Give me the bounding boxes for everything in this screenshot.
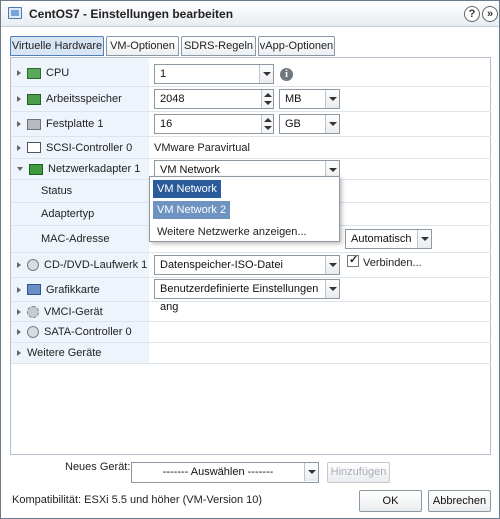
expand-arrow-icon[interactable] — [17, 144, 21, 151]
stepper-icon[interactable] — [261, 90, 273, 108]
chevron-down-icon[interactable] — [259, 65, 273, 83]
cpu-select[interactable]: 1 — [154, 64, 274, 84]
network-dropdown-list: VM Network VM Network 2 Weitere Netzwerk… — [149, 176, 340, 242]
expand-arrow-icon[interactable] — [17, 308, 21, 315]
compatibility-text: Kompatibilität: ESXi 5.5 und höher (VM-V… — [12, 494, 263, 506]
tab-vapp-options[interactable]: vApp-Optionen — [258, 36, 335, 56]
expand-arrow-icon[interactable] — [17, 262, 21, 268]
row-disk: Festplatte 1 16 GB — [11, 112, 491, 137]
tab-vm-options[interactable]: VM-Optionen — [106, 36, 179, 56]
expand-arrow-icon[interactable] — [17, 286, 21, 293]
cd-dvd-label: CD-/DVD-Laufwerk 1 — [44, 259, 148, 271]
row-scsi: SCSI-Controller 0 VMware Paravirtual — [11, 137, 491, 159]
graphics-select[interactable]: Benutzerdefinierte Einstellungen ang — [154, 279, 340, 313]
cd-dvd-select[interactable]: Datenspeicher-ISO-Datei — [154, 255, 340, 275]
dialog-title: CentOS7 - Einstellungen bearbeiten — [29, 7, 234, 21]
stepper-icon[interactable] — [261, 115, 273, 133]
row-memory: Arbeitsspeicher 2048 MB — [11, 87, 491, 112]
status-label: Status — [41, 185, 73, 197]
network-adapter-icon — [29, 163, 43, 175]
row-sata: SATA-Controller 0 — [11, 322, 491, 343]
more-networks-option[interactable]: Weitere Netzwerke anzeigen... — [153, 223, 311, 241]
title-bar: CentOS7 - Einstellungen bearbeiten ? » — [1, 1, 499, 27]
network-option[interactable]: VM Network — [153, 180, 221, 198]
memory-icon — [27, 93, 41, 105]
chevron-down-icon[interactable] — [325, 256, 339, 274]
expand-arrow-icon[interactable] — [17, 350, 21, 356]
row-other-devices: Weitere Geräte — [11, 343, 491, 364]
sata-controller-icon — [27, 326, 39, 338]
mac-address-label: MAC-Adresse — [41, 233, 110, 245]
scsi-label: SCSI-Controller 0 — [46, 141, 133, 154]
graphics-card-icon — [27, 284, 41, 295]
cancel-button[interactable]: Abbrechen — [428, 490, 491, 512]
row-cpu: CPU 1 i — [11, 60, 491, 87]
expand-arrow-icon[interactable] — [17, 70, 21, 76]
chevron-down-icon[interactable] — [304, 463, 318, 481]
hardware-panel: CPU 1 i Arbeitsspeicher 2048 MB Festplat… — [10, 57, 491, 455]
graphics-label: Grafikkarte — [46, 283, 100, 296]
row-vmci: VMCI-Gerät — [11, 302, 491, 322]
other-devices-label: Weitere Geräte — [27, 347, 102, 359]
scsi-value: VMware Paravirtual — [154, 141, 250, 154]
chevron-down-icon[interactable] — [417, 230, 431, 248]
expand-button[interactable]: » — [482, 6, 498, 22]
help-button[interactable]: ? — [464, 6, 480, 22]
memory-unit-select[interactable]: MB — [279, 89, 340, 109]
connect-label: Verbinden... — [363, 257, 422, 269]
chevron-down-icon[interactable] — [325, 115, 339, 133]
collapse-arrow-icon[interactable] — [17, 167, 23, 171]
expand-arrow-icon[interactable] — [17, 121, 21, 127]
mac-mode-select[interactable]: Automatisch — [345, 229, 432, 249]
disk-unit-select[interactable]: GB — [279, 114, 340, 134]
connect-checkbox[interactable] — [347, 253, 359, 267]
edit-settings-dialog: CentOS7 - Einstellungen bearbeiten ? » V… — [0, 0, 500, 519]
expand-arrow-icon[interactable] — [17, 329, 21, 335]
new-device-label: Neues Gerät: — [65, 461, 131, 473]
scsi-controller-icon — [27, 142, 41, 153]
memory-input[interactable]: 2048 — [154, 89, 274, 109]
vmci-label: VMCI-Gerät — [44, 305, 103, 318]
tab-sdrs-rules[interactable]: SDRS-Regeln — [181, 36, 256, 56]
info-icon[interactable]: i — [280, 68, 293, 81]
cpu-label: CPU — [46, 67, 70, 79]
add-device-button[interactable]: Hinzufügen — [327, 462, 390, 483]
disk-size-input[interactable]: 16 — [154, 114, 274, 134]
memory-label: Arbeitsspeicher — [46, 93, 122, 105]
network-option[interactable]: VM Network 2 — [153, 201, 231, 219]
new-device-select[interactable]: ------- Auswählen ------- — [131, 462, 319, 483]
network-adapter-label: Netzwerkadapter 1 — [48, 163, 141, 175]
ok-button[interactable]: OK — [359, 490, 422, 512]
chevron-down-icon[interactable] — [325, 280, 339, 298]
row-graphics: Grafikkarte Benutzerdefinierte Einstellu… — [11, 278, 491, 313]
expand-arrow-icon[interactable] — [17, 96, 21, 102]
cd-dvd-icon — [27, 259, 39, 271]
chevron-down-icon[interactable] — [325, 90, 339, 108]
tab-virtual-hardware[interactable]: Virtuelle Hardware — [10, 36, 104, 56]
row-cd-dvd: CD-/DVD-Laufwerk 1 Datenspeicher-ISO-Dat… — [11, 253, 491, 278]
sata-label: SATA-Controller 0 — [44, 326, 132, 338]
adaptertype-label: Adaptertyp — [41, 208, 95, 220]
vmci-device-icon — [27, 305, 39, 318]
cpu-icon — [27, 67, 41, 79]
disk-icon — [27, 118, 41, 130]
disk-label: Festplatte 1 — [46, 118, 104, 130]
vm-icon — [8, 7, 22, 19]
